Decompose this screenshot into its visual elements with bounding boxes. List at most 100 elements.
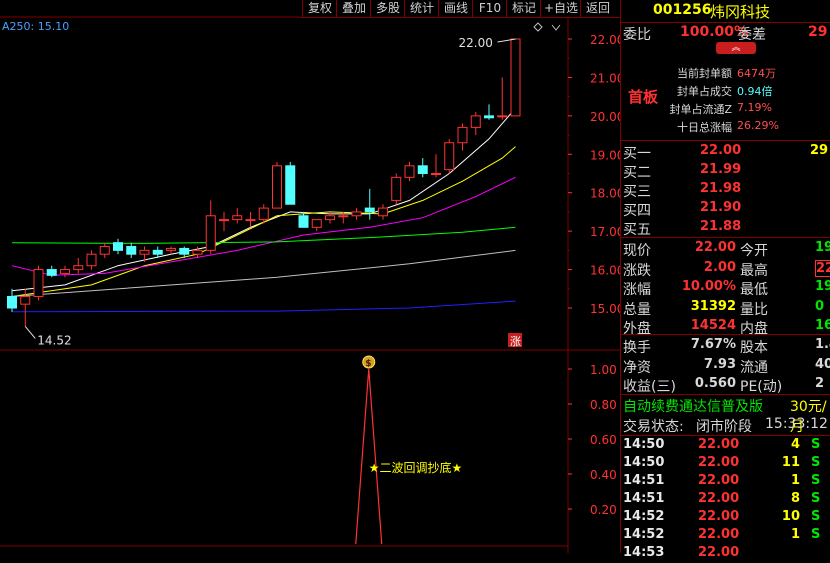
quote-label-a: 现价 — [623, 243, 651, 259]
tick-time: 14:51 — [623, 473, 665, 488]
seal-value-1: 0.94倍 — [737, 85, 773, 98]
tick-row-1[interactable]: 14:50 22.00 11 S — [620, 455, 830, 473]
candle-18 — [245, 211, 256, 228]
quote-value-b: 0 — [815, 298, 825, 314]
tick-volume: 10 — [781, 509, 800, 524]
bid-row-1[interactable]: 买二 21.99 — [620, 161, 830, 181]
coin-glyph: $ — [365, 359, 371, 369]
seal-value-3: 26.29% — [737, 119, 779, 132]
price-tick-label: 18.00 — [590, 187, 620, 201]
collapse-toggle[interactable]: ︽ — [716, 42, 756, 54]
toolbar-button-2[interactable]: 多股 — [370, 0, 405, 17]
ad-text[interactable]: 自动续费通达信普及版 — [623, 396, 763, 416]
candle-body — [484, 115, 494, 119]
candle-body — [351, 211, 362, 217]
fundamentals-label-a: 收益(三) — [623, 379, 676, 395]
tick-time: 14:50 — [623, 455, 665, 470]
candle-body — [113, 242, 123, 251]
candle-8 — [113, 238, 123, 255]
candle-12 — [166, 246, 176, 255]
tick-row-5[interactable]: 14:52 22.00 1 S — [620, 527, 830, 545]
bid-price: 21.99 — [700, 162, 742, 177]
tick-price: 22.00 — [698, 455, 740, 470]
bid-row-3[interactable]: 买四 21.90 — [620, 199, 830, 219]
tick-row-0[interactable]: 14:50 22.00 4 S — [620, 437, 830, 455]
toolbar-button-3[interactable]: 统计 — [404, 0, 439, 17]
signal-tick-label: 0.60 — [590, 433, 617, 447]
candle-body — [33, 269, 44, 297]
money-bag-icon: $ — [362, 355, 376, 369]
candle-body — [258, 207, 269, 221]
bid-label: 买五 — [623, 222, 651, 238]
quote-value-a: 22.00 — [694, 240, 736, 255]
quote-label-a: 总量 — [623, 301, 651, 318]
quote-value-a: 2.00 — [703, 259, 736, 275]
candle-body — [457, 126, 468, 144]
tick-row-4[interactable]: 14:52 22.00 10 S — [620, 509, 830, 527]
fundamentals-value-a: 7.93 — [703, 356, 736, 372]
candle-body — [245, 219, 256, 222]
bid-label: 买二 — [623, 165, 651, 181]
tick-row-6[interactable]: 14:53 22.00 — [620, 545, 830, 563]
toolbar-button-7[interactable]: +自选 — [540, 0, 581, 17]
tick-price: 22.00 — [698, 437, 740, 452]
candle-body — [325, 215, 335, 221]
stock-name: 炜冈科技 — [710, 3, 771, 21]
seal-label-2: 封单占流通Z — [669, 103, 732, 116]
diamond-icon — [533, 22, 543, 32]
signal-spike — [355, 368, 383, 545]
candle-body — [86, 253, 97, 267]
candle-body — [338, 215, 349, 218]
quote-label-b: 今开 — [740, 243, 768, 259]
candle-body — [126, 246, 137, 255]
candle-body — [510, 38, 521, 117]
candle-35 — [470, 112, 481, 136]
quote-label-a: 涨跌 — [623, 262, 651, 279]
quote-label-a: 涨幅 — [623, 282, 651, 298]
toolbar-button-8[interactable]: 返回 — [580, 0, 615, 17]
tick-side: S — [811, 437, 821, 452]
trade-status: 交易状态: 闭市阶段 15:33:12 — [620, 415, 830, 436]
bid-row-0[interactable]: 买一 22.00 29 — [620, 142, 830, 162]
candle-body — [298, 215, 309, 228]
seal-label-3: 十日总涨幅 — [677, 121, 732, 134]
price-tick-label: 20.00 — [590, 110, 620, 124]
committee-ratio-label: 委比 — [623, 27, 651, 43]
toolbar-button-0[interactable]: 复权 — [302, 0, 337, 17]
candle-0 — [7, 288, 17, 312]
tick-row-2[interactable]: 14:51 22.00 1 S — [620, 473, 830, 491]
candle-body — [219, 219, 229, 222]
signal-tick-label: 0.20 — [590, 503, 617, 517]
trade-status-label: 交易状态: — [623, 419, 684, 435]
tick-row-3[interactable]: 14:51 22.00 8 S — [620, 491, 830, 509]
bid-price: 21.98 — [700, 181, 742, 196]
price-chart-svg[interactable]: 22.00 21.00 20.00 19.00 18.00 17.00 16.00 15.00… — [0, 0, 620, 553]
quote-row-0: 现价 22.00 今开 19 — [620, 239, 830, 259]
toolbar-button-1[interactable]: 叠加 — [336, 0, 371, 17]
bid-row-2[interactable]: 买三 21.98 — [620, 180, 830, 200]
bid-volume: 29 — [810, 143, 829, 158]
candle-33 — [444, 138, 455, 174]
candle-17 — [232, 208, 243, 224]
ad-banner[interactable]: 自动续费通达信普及版 30元/月 — [620, 395, 830, 435]
toolbar-button-5[interactable]: F10 — [472, 0, 507, 17]
tick-side: S — [811, 455, 821, 470]
fundamentals-label-a: 换手 — [623, 340, 651, 356]
seal-label-0: 当前封单额 — [677, 67, 732, 80]
quote-label-a: 外盘 — [623, 321, 651, 337]
tick-price: 22.00 — [698, 509, 740, 524]
toolbar-button-4[interactable]: 画线 — [438, 0, 473, 17]
candle-body — [497, 115, 508, 118]
price-tick-label: 21.00 — [590, 71, 620, 85]
bid-label: 买四 — [623, 203, 651, 219]
price-tick-label: 22.00 — [590, 33, 620, 47]
bid-row-4[interactable]: 买五 21.88 — [620, 218, 830, 238]
quote-value-a: 31392 — [690, 298, 736, 314]
price-tick-label: 15.00 — [590, 302, 620, 316]
tick-price: 22.00 — [698, 491, 740, 506]
fundamentals-label-b: 股本 — [740, 340, 768, 356]
quote-row-3: 总量 31392 量比 0 — [620, 298, 830, 318]
toolbar-button-6[interactable]: 标记 — [506, 0, 541, 17]
seal-label-1: 封单占成交 — [677, 85, 732, 98]
signal-tick-label: 0.80 — [590, 398, 617, 412]
